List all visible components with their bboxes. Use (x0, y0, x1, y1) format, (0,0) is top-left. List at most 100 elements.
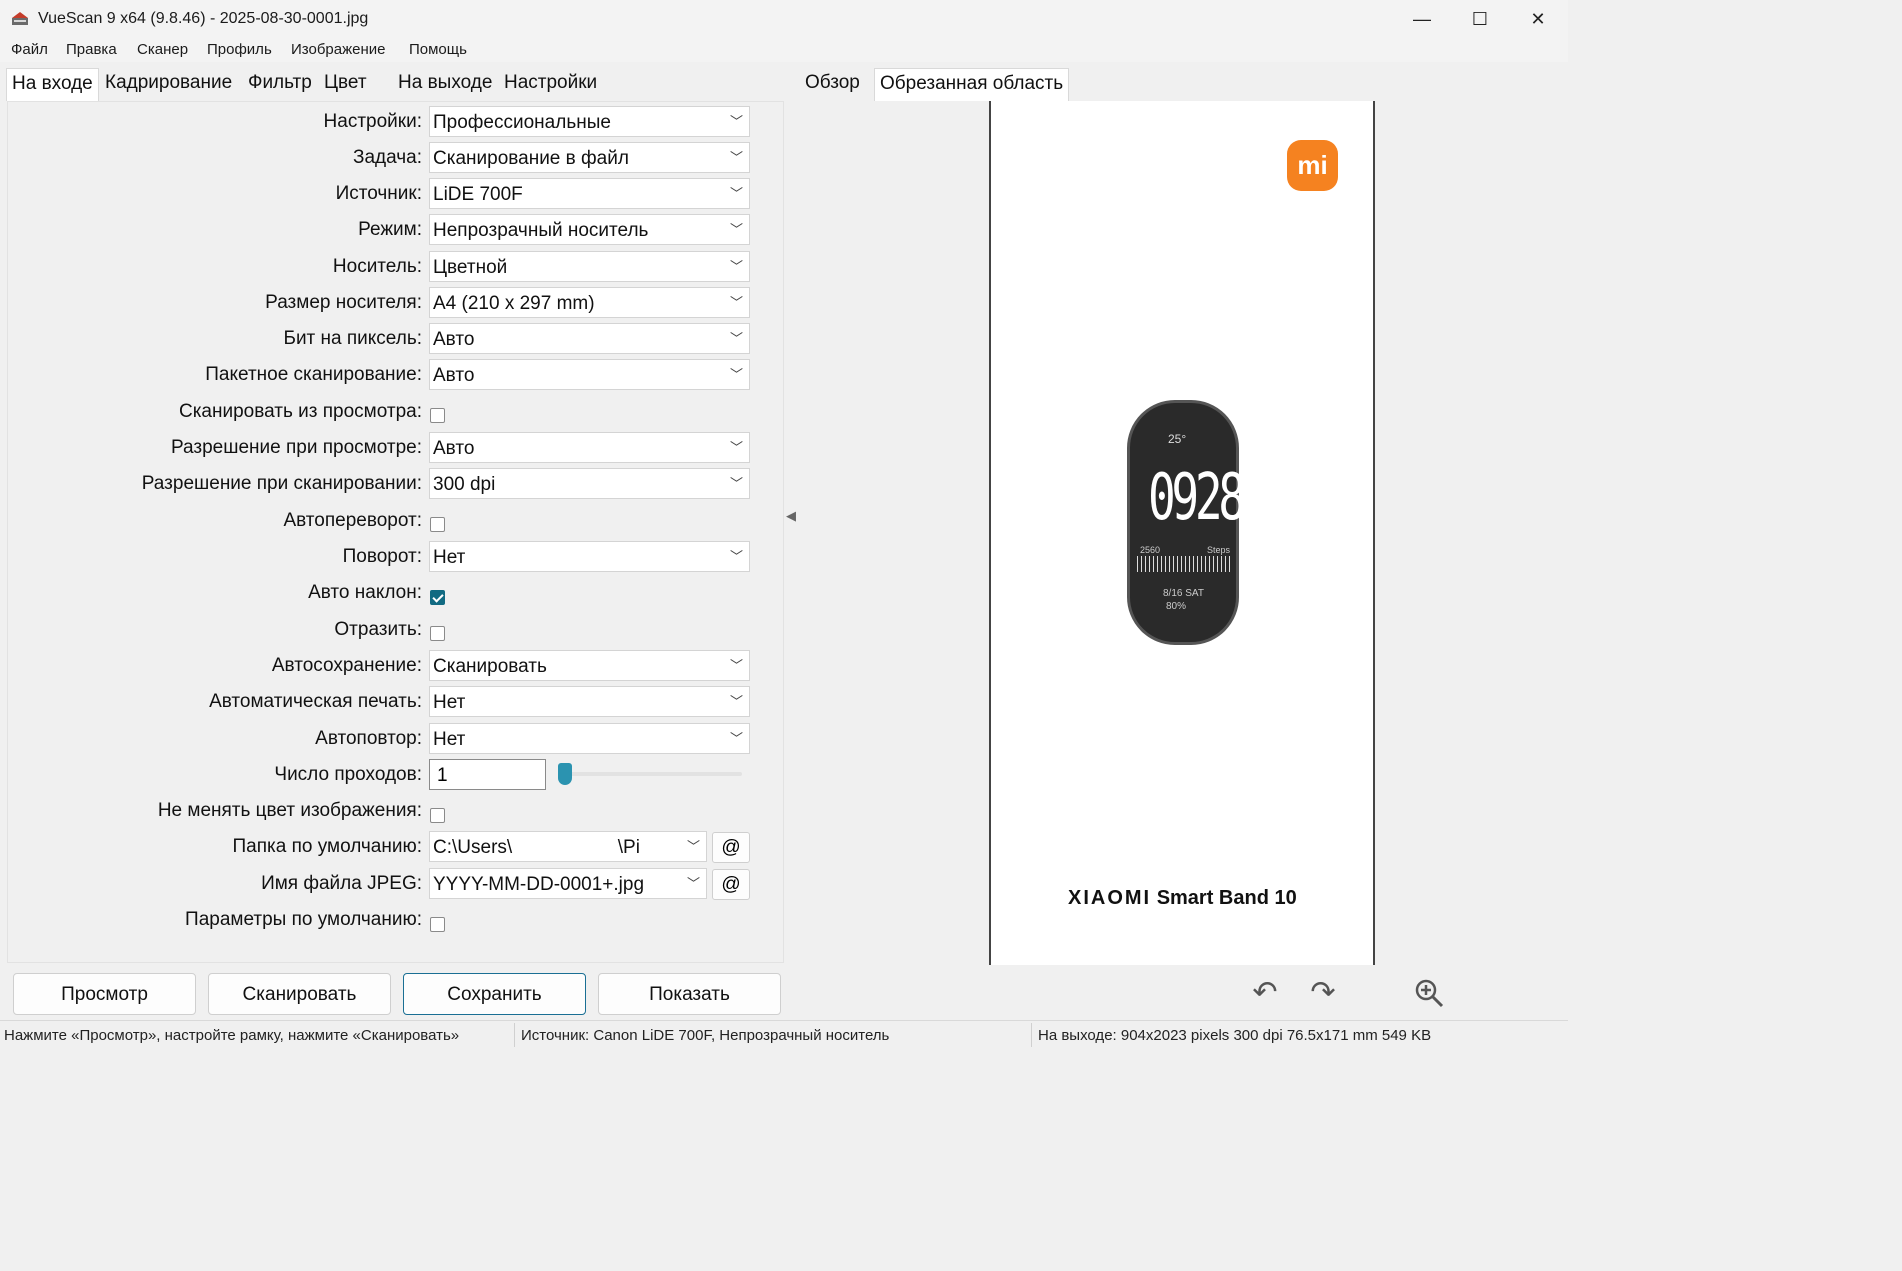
jpeg-filename-label: Имя файла JPEG: (261, 873, 422, 894)
passes-label: Число проходов: (274, 764, 422, 785)
tab-filter[interactable]: Фильтр (243, 68, 317, 101)
tab-cropped-area[interactable]: Обрезанная область (874, 68, 1070, 101)
media-size-value: A4 (210 x 297 mm) (433, 293, 595, 314)
chevron-down-icon: ﹀ (729, 150, 743, 165)
default-folder-label: Папка по умолчанию: (232, 836, 423, 857)
status-divider (1031, 1023, 1032, 1047)
default-folder-variables-button[interactable]: @ (712, 832, 750, 863)
chevron-down-icon: ﹀ (729, 658, 743, 673)
default-folder-value: C:\Users\ \Pi (433, 837, 640, 858)
show-button[interactable]: Показать (598, 973, 781, 1015)
preview-button[interactable]: Просмотр (13, 973, 196, 1015)
bits-per-pixel-label: Бит на пиксель: (283, 328, 422, 349)
jpeg-filename-variables-button[interactable]: @ (712, 869, 750, 900)
tab-crop[interactable]: Кадрирование (100, 68, 237, 101)
preview-resolution-value: Авто (433, 438, 475, 459)
scan-from-preview-label: Сканировать из просмотра: (178, 401, 422, 422)
menu-scanner[interactable]: Сканер (137, 41, 188, 58)
media-label: Носитель: (332, 256, 422, 277)
band-date: 8/16 SAT (1163, 588, 1204, 599)
chevron-down-icon: ﹀ (729, 731, 743, 746)
jpeg-filename-combo[interactable]: YYYY-MM-DD-0001+.jpg ﹀ (429, 868, 707, 899)
band-temperature: 25° (1168, 432, 1187, 446)
save-button[interactable]: Сохранить (403, 973, 586, 1015)
batch-scan-select[interactable]: Авто ﹀ (429, 359, 750, 390)
menu-image[interactable]: Изображение (291, 41, 386, 58)
mirror-checkbox[interactable] (430, 626, 445, 641)
band-activity-bars (1137, 556, 1231, 572)
scan-from-preview-checkbox[interactable] (430, 408, 445, 423)
scan-resolution-label: Разрешение при сканировании: (141, 473, 422, 494)
mode-select[interactable]: Непрозрачный носитель ﹀ (429, 214, 750, 245)
auto-print-value: Нет (433, 692, 466, 713)
scan-button[interactable]: Сканировать (208, 973, 391, 1015)
status-bar: Нажмите «Просмотр», настройте рамку, наж… (0, 1020, 1568, 1048)
status-source: Источник: Canon LiDE 700F, Непрозрачный … (521, 1027, 890, 1044)
close-button[interactable]: ✕ (1509, 0, 1567, 38)
keep-color-label: Не менять цвет изображения: (157, 800, 422, 821)
chevron-down-icon: ﹀ (729, 114, 743, 129)
media-size-label: Размер носителя: (265, 292, 422, 313)
bits-per-pixel-select[interactable]: Авто ﹀ (429, 323, 750, 354)
tab-output[interactable]: На выходе (393, 68, 497, 101)
title-bar: VueScan 9 x64 (9.8.46) - 2025-08-30-0001… (0, 0, 1568, 38)
tab-input[interactable]: На входе (6, 68, 99, 101)
profile-value: Профессиональные (433, 112, 611, 133)
jpeg-filename-value: YYYY-MM-DD-0001+.jpg (433, 874, 645, 895)
tab-prefs[interactable]: Настройки (499, 68, 602, 101)
menu-profile[interactable]: Профиль (207, 41, 272, 58)
product-model: Smart Band 10 (1156, 887, 1297, 909)
menu-file[interactable]: Файл (11, 41, 48, 58)
status-divider (514, 1023, 515, 1047)
profile-label: Настройки: (323, 111, 422, 132)
status-output: На выходе: 904x2023 pixels 300 dpi 76.5x… (1038, 1027, 1432, 1044)
rotate-left-icon[interactable]: ↶ (1248, 976, 1282, 1010)
band-battery: 80% (1166, 601, 1187, 612)
source-value: LiDE 700F (433, 184, 523, 205)
window-title: VueScan 9 x64 (9.8.46) - 2025-08-30-0001… (38, 10, 369, 27)
chevron-down-icon: ﹀ (729, 331, 743, 346)
menu-edit[interactable]: Правка (66, 41, 117, 58)
collapse-panel-arrow-icon[interactable]: ◀ (786, 508, 796, 524)
menu-help[interactable]: Помощь (409, 41, 467, 58)
passes-slider-track[interactable] (564, 772, 742, 776)
auto-save-label: Автосохранение: (271, 655, 422, 676)
passes-slider-thumb[interactable] (558, 763, 572, 785)
rotation-label: Поворот: (342, 546, 422, 567)
chevron-down-icon: ﹀ (686, 876, 700, 891)
auto-repeat-label: Автоповтор: (315, 728, 422, 749)
scan-resolution-select[interactable]: 300 dpi ﹀ (429, 468, 750, 499)
preview-resolution-label: Разрешение при просмотре: (171, 437, 422, 458)
auto-deskew-checkbox[interactable] (430, 590, 445, 605)
default-options-label: Параметры по умолчанию: (185, 909, 422, 930)
task-label: Задача: (352, 147, 422, 168)
chevron-down-icon: ﹀ (729, 222, 743, 237)
auto-flip-checkbox[interactable] (430, 517, 445, 532)
keep-color-checkbox[interactable] (430, 808, 445, 823)
tab-overview[interactable]: Обзор (800, 68, 865, 101)
tab-color[interactable]: Цвет (319, 68, 372, 101)
auto-repeat-select[interactable]: Нет ﹀ (429, 723, 750, 754)
auto-save-value: Сканировать (433, 656, 547, 677)
auto-print-select[interactable]: Нет ﹀ (429, 686, 750, 717)
batch-scan-value: Авто (433, 365, 475, 386)
passes-input[interactable]: 1 (429, 759, 546, 790)
rotation-select[interactable]: Нет ﹀ (429, 541, 750, 572)
media-size-select[interactable]: A4 (210 x 297 mm) ﹀ (429, 287, 750, 318)
source-select[interactable]: LiDE 700F ﹀ (429, 178, 750, 209)
chevron-down-icon: ﹀ (686, 839, 700, 854)
maximize-button[interactable]: ☐ (1451, 0, 1509, 38)
auto-save-select[interactable]: Сканировать ﹀ (429, 650, 750, 681)
default-options-checkbox[interactable] (430, 917, 445, 932)
minimize-button[interactable]: — (1393, 0, 1451, 38)
zoom-in-icon[interactable] (1412, 976, 1446, 1010)
chevron-down-icon: ﹀ (729, 186, 743, 201)
task-select[interactable]: Сканирование в файл ﹀ (429, 142, 750, 173)
chevron-down-icon: ﹀ (729, 367, 743, 382)
preview-resolution-select[interactable]: Авто ﹀ (429, 432, 750, 463)
profile-select[interactable]: Профессиональные ﹀ (429, 106, 750, 137)
mirror-label: Отразить: (334, 619, 422, 640)
default-folder-combo[interactable]: C:\Users\ \Pi ﹀ (429, 831, 707, 862)
media-select[interactable]: Цветной ﹀ (429, 251, 750, 282)
rotate-right-icon[interactable]: ↷ (1306, 976, 1340, 1010)
